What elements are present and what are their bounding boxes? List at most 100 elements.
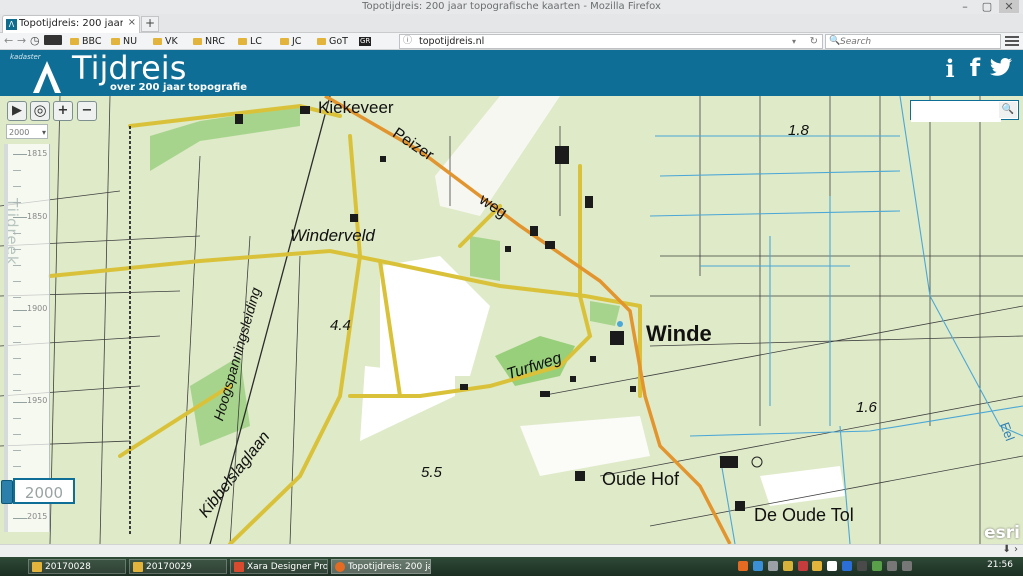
year-select[interactable]: 2000 ▾ <box>6 124 48 139</box>
tray-app-icon[interactable] <box>812 561 823 571</box>
timeline-tick <box>13 233 21 234</box>
timeline-tick <box>13 358 21 359</box>
timeline-tick <box>13 170 21 171</box>
bookmark-jc[interactable]: JC <box>280 35 301 48</box>
bookmarks-menu-icon[interactable] <box>44 35 62 45</box>
map-search-icon[interactable]: 🔍 <box>999 102 1017 118</box>
taskbar-clock[interactable]: 21:56 <box>987 560 1013 570</box>
taskbar-item-label: 20170028 <box>45 562 91 572</box>
volume-icon[interactable] <box>901 561 912 571</box>
folder-icon <box>317 38 326 45</box>
tab-favicon-icon: Λ <box>6 19 17 30</box>
xara-app-icon <box>234 562 244 572</box>
timeline-slider-handle[interactable] <box>1 480 13 504</box>
timeline-slider-track[interactable] <box>4 144 8 532</box>
zoom-in-button[interactable]: + <box>53 101 73 121</box>
reload-icon[interactable]: ↻ <box>810 35 818 48</box>
download-arrow-icon[interactable]: ⬇ › <box>1002 544 1018 555</box>
site-info-icon[interactable]: ⓘ <box>403 35 412 48</box>
timeline-tick-label: 1900 <box>27 304 48 313</box>
minimize-button[interactable]: – <box>955 0 975 13</box>
new-tab-button[interactable]: + <box>141 16 159 32</box>
taskbar-item-label: 20170029 <box>146 562 192 572</box>
network-icon[interactable] <box>886 561 897 571</box>
tijdreis-logo-icon[interactable] <box>31 57 63 95</box>
firefox-tray-icon[interactable] <box>738 561 748 571</box>
tab-label: Topotijdreis: 200 jaar topografische kaa… <box>19 18 123 29</box>
taskbar-item-20170028[interactable]: 20170028 <box>28 559 126 574</box>
timeline-tick <box>13 418 21 419</box>
timeline-tick <box>13 342 21 343</box>
topographic-map[interactable]: Kiekeveer Peizer weg 1.8 Winderveld Hoog… <box>0 96 1023 544</box>
address-bar[interactable]: ⓘ topotijdreis.nl ▾ ↻ <box>399 34 823 49</box>
taskbar-item-xara[interactable]: Xara Designer Pro X... <box>230 559 328 574</box>
timeline-tick <box>13 281 21 282</box>
taskbar-item-20170029[interactable]: 20170029 <box>129 559 227 574</box>
maximize-button[interactable]: ▢ <box>977 0 997 13</box>
bookmark-label: LC <box>250 36 262 47</box>
history-icon[interactable]: ◷ <box>30 34 40 48</box>
hamburger-menu-icon[interactable] <box>1005 35 1019 47</box>
bookmark-lc[interactable]: LC <box>238 35 262 48</box>
timeline-tick <box>13 265 21 266</box>
play-button[interactable]: ▶ <box>7 101 27 121</box>
tray-app-icon[interactable] <box>842 561 853 571</box>
bookmark-gr[interactable]: GR <box>359 35 372 48</box>
bookmark-got[interactable]: GoT <box>317 35 348 48</box>
app-subtitle: over 200 jaar topografie <box>110 82 247 93</box>
timeline-tick <box>13 297 21 298</box>
bookmark-label: GR <box>359 37 372 46</box>
close-window-button[interactable]: ✕ <box>999 0 1019 13</box>
bookmark-label: GoT <box>329 36 348 47</box>
map-canvas[interactable] <box>0 96 1023 544</box>
zoom-out-button[interactable]: − <box>77 101 97 121</box>
twitter-icon[interactable] <box>989 57 1013 77</box>
bookmark-label: JC <box>292 36 302 47</box>
map-label-winde: Winde <box>646 321 712 346</box>
bookmark-label: BBC <box>82 36 102 47</box>
windows-taskbar: 20170028 20170029 Xara Designer Pro X...… <box>0 557 1023 576</box>
timeline-tick <box>13 434 21 435</box>
timeline-tick <box>13 518 27 519</box>
map-label-winderveld: Winderveld <box>290 226 375 245</box>
tray-app-icon[interactable] <box>797 561 808 571</box>
bookmark-bbc[interactable]: BBC <box>70 35 102 48</box>
timeline-tick-label: 1815 <box>27 149 48 158</box>
map-label-kiekeveer: Kiekeveer <box>318 98 394 117</box>
map-search-box[interactable]: 🔍 <box>910 100 1019 122</box>
taskbar-item-firefox[interactable]: Topotijdreis: 200 jaa... <box>331 559 431 574</box>
bookmark-nu[interactable]: NU <box>111 35 137 48</box>
bookmark-vk[interactable]: VK <box>153 35 178 48</box>
tray-app-icon[interactable] <box>827 561 838 571</box>
current-year-display: 2000 <box>13 478 75 504</box>
map-label-oude-hof: Oude Hof <box>602 469 680 489</box>
facebook-icon[interactable]: f <box>963 54 987 82</box>
tab-strip: Λ Topotijdreis: 200 jaar topografische k… <box>0 14 1023 33</box>
tray-app-icon[interactable] <box>767 561 778 571</box>
map-label-height-5-5: 5.5 <box>421 464 442 481</box>
taskbar-item-label: Xara Designer Pro X... <box>247 562 328 572</box>
timeline-panel[interactable]: Tijdreek 1815 1850 1900 1950 2015 <box>3 144 50 532</box>
chrome-tray-icon[interactable] <box>752 561 763 571</box>
map-label-height-1-6: 1.6 <box>856 399 877 416</box>
locate-button[interactable]: ◎ <box>30 101 50 121</box>
search-icon: 🔍 <box>829 36 841 46</box>
tab-close-icon[interactable]: × <box>128 17 136 28</box>
timeline-tick-label: 2015 <box>27 512 48 521</box>
firefox-app-icon <box>335 562 345 572</box>
info-icon[interactable]: i <box>938 54 962 83</box>
tray-app-icon[interactable] <box>782 561 793 571</box>
tray-app-icon[interactable] <box>871 561 882 571</box>
browser-search-box[interactable]: 🔍 <box>825 34 1001 49</box>
map-search-input[interactable] <box>911 105 1001 122</box>
browser-search-input[interactable] <box>840 36 980 47</box>
forward-arrow-icon[interactable]: → <box>17 34 26 48</box>
timeline-tick <box>13 374 21 375</box>
tab-topotijdreis[interactable]: Λ Topotijdreis: 200 jaar topografische k… <box>2 15 140 33</box>
tray-app-icon[interactable] <box>857 561 867 571</box>
system-tray[interactable] <box>738 561 914 572</box>
bookmark-nrc[interactable]: NRC <box>193 35 225 48</box>
timeline-tick <box>13 402 27 403</box>
back-arrow-icon[interactable]: ← <box>4 34 13 48</box>
url-dropdown-icon[interactable]: ▾ <box>792 35 796 48</box>
